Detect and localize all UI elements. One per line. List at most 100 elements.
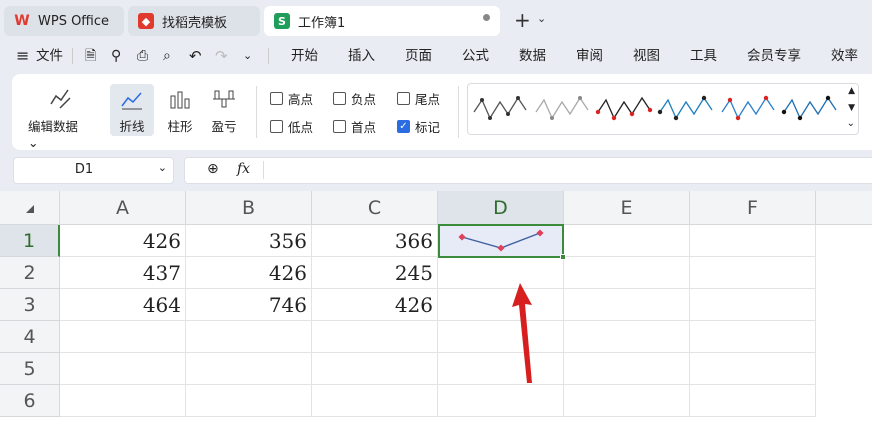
print-preview-icon[interactable]: ⌕ [163, 40, 171, 72]
checkbox-box[interactable] [333, 120, 346, 133]
row-header-4[interactable]: 4 [0, 321, 60, 353]
cell-c6[interactable] [312, 385, 438, 417]
name-box-chevron-icon[interactable]: ⌄ [158, 161, 167, 174]
style-swatch-red[interactable] [595, 96, 653, 121]
save-icon[interactable]: 🗎 [85, 40, 96, 72]
type-winloss-button[interactable]: 盈亏 [202, 88, 246, 135]
menu-insert[interactable]: 插入 [348, 40, 375, 72]
column-header-a[interactable]: A [60, 191, 186, 225]
cell-f3[interactable] [690, 289, 816, 321]
gallery-up-icon[interactable]: ▲ [848, 86, 855, 96]
zoom-icon[interactable]: ⊕ [207, 161, 219, 177]
row-header-1[interactable]: 1 [0, 225, 60, 257]
tab-list-chevron-icon[interactable]: ⌄ [537, 12, 546, 25]
cell-e5[interactable] [564, 353, 690, 385]
menu-data[interactable]: 数据 [519, 40, 546, 72]
cell-e2[interactable] [564, 257, 690, 289]
column-header-f[interactable]: F [690, 191, 816, 225]
menu-formula[interactable]: 公式 [462, 40, 489, 72]
style-swatch-gray[interactable] [473, 96, 527, 120]
cell-a2[interactable]: 437 [60, 257, 186, 289]
cell-d1-selected[interactable] [438, 224, 566, 260]
checkbox-box[interactable] [397, 92, 410, 105]
cell-c5[interactable] [312, 353, 438, 385]
column-header-g[interactable]: G [816, 191, 872, 225]
cell-b1[interactable]: 356 [186, 225, 312, 257]
column-header-d[interactable]: D [438, 191, 564, 225]
print-icon[interactable]: ⎙ [137, 40, 148, 72]
formula-bar[interactable]: ⊕ fx [184, 157, 872, 184]
cell-f5[interactable] [690, 353, 816, 385]
menu-tools[interactable]: 工具 [690, 40, 717, 72]
tab-workbook[interactable]: S 工作簿1 [264, 6, 500, 36]
cell-a1[interactable]: 426 [60, 225, 186, 257]
tab-wps-office[interactable]: W WPS Office [4, 6, 124, 36]
unsaved-dot-icon[interactable] [483, 14, 490, 21]
row-header-6[interactable]: 6 [0, 385, 60, 417]
cell-f6[interactable] [690, 385, 816, 417]
tab-docer-templates[interactable]: ◆ 找稻壳模板 [128, 6, 260, 36]
edit-data-button[interactable]: 编辑数据 ⌄ [28, 86, 92, 150]
column-header-b[interactable]: B [186, 191, 312, 225]
quick-access-chevron-icon[interactable]: ⌄ [243, 40, 252, 72]
cell-a4[interactable] [60, 321, 186, 353]
menu-member[interactable]: 会员专享 [747, 40, 801, 72]
first-point-checkbox[interactable]: 首点 [333, 117, 376, 136]
style-swatch-lightgray[interactable] [535, 96, 589, 120]
cell-e3[interactable] [564, 289, 690, 321]
cell-f2[interactable] [690, 257, 816, 289]
type-line-button[interactable]: 折线 [110, 84, 154, 136]
undo-icon[interactable]: ↶ [189, 40, 202, 72]
cell-a6[interactable] [60, 385, 186, 417]
cell-b6[interactable] [186, 385, 312, 417]
column-header-c[interactable]: C [312, 191, 438, 225]
style-swatch-navy[interactable] [781, 95, 837, 121]
column-header-e[interactable]: E [564, 191, 690, 225]
row-header-2[interactable]: 2 [0, 257, 60, 289]
menu-view[interactable]: 视图 [633, 40, 660, 72]
cell-b5[interactable] [186, 353, 312, 385]
name-box[interactable]: D1 ⌄ [13, 157, 174, 184]
style-swatch-bluered[interactable] [721, 95, 775, 121]
row-header-5[interactable]: 5 [0, 353, 60, 385]
gallery-down-icon[interactable]: ▼ [848, 103, 855, 113]
fill-handle[interactable] [560, 254, 566, 260]
share-icon[interactable]: ⚲ [111, 40, 121, 72]
cell-f4[interactable] [690, 321, 816, 353]
cell-c3[interactable]: 426 [312, 289, 438, 321]
style-swatch-blue[interactable] [657, 95, 713, 121]
cell-b4[interactable] [186, 321, 312, 353]
menu-home[interactable]: 开始 [291, 40, 318, 72]
menu-review[interactable]: 审阅 [576, 40, 603, 72]
cell-c4[interactable] [312, 321, 438, 353]
menu-file[interactable]: 文件 [36, 40, 63, 72]
cell-a3[interactable]: 464 [60, 289, 186, 321]
gallery-expand-icon[interactable]: ⌄ [847, 118, 855, 129]
hamburger-menu-icon[interactable]: ≡ [16, 40, 29, 72]
cell-b3[interactable]: 746 [186, 289, 312, 321]
cell-e6[interactable] [564, 385, 690, 417]
redo-icon[interactable]: ↷ [215, 40, 228, 72]
fx-icon[interactable]: fx [237, 161, 250, 177]
menu-page[interactable]: 页面 [405, 40, 432, 72]
cell-e4[interactable] [564, 321, 690, 353]
cell-b2[interactable]: 426 [186, 257, 312, 289]
high-point-checkbox[interactable]: 高点 [270, 89, 313, 108]
cell-f1[interactable] [690, 225, 816, 257]
checkbox-box[interactable] [270, 120, 283, 133]
cell-c1[interactable]: 366 [312, 225, 438, 257]
row-header-3[interactable]: 3 [0, 289, 60, 321]
select-all-corner[interactable] [0, 191, 60, 225]
type-column-button[interactable]: 柱形 [158, 88, 202, 135]
markers-checkbox[interactable]: ✓ 标记 [397, 117, 440, 136]
cell-a5[interactable] [60, 353, 186, 385]
checkbox-box[interactable] [270, 92, 283, 105]
last-point-checkbox[interactable]: 尾点 [397, 89, 440, 108]
low-point-checkbox[interactable]: 低点 [270, 117, 313, 136]
cell-e1[interactable] [564, 225, 690, 257]
cell-c2[interactable]: 245 [312, 257, 438, 289]
negative-point-checkbox[interactable]: 负点 [333, 89, 376, 108]
checkmark-icon[interactable]: ✓ [397, 120, 410, 133]
new-tab-plus-icon[interactable]: + [514, 8, 531, 32]
checkbox-box[interactable] [333, 92, 346, 105]
